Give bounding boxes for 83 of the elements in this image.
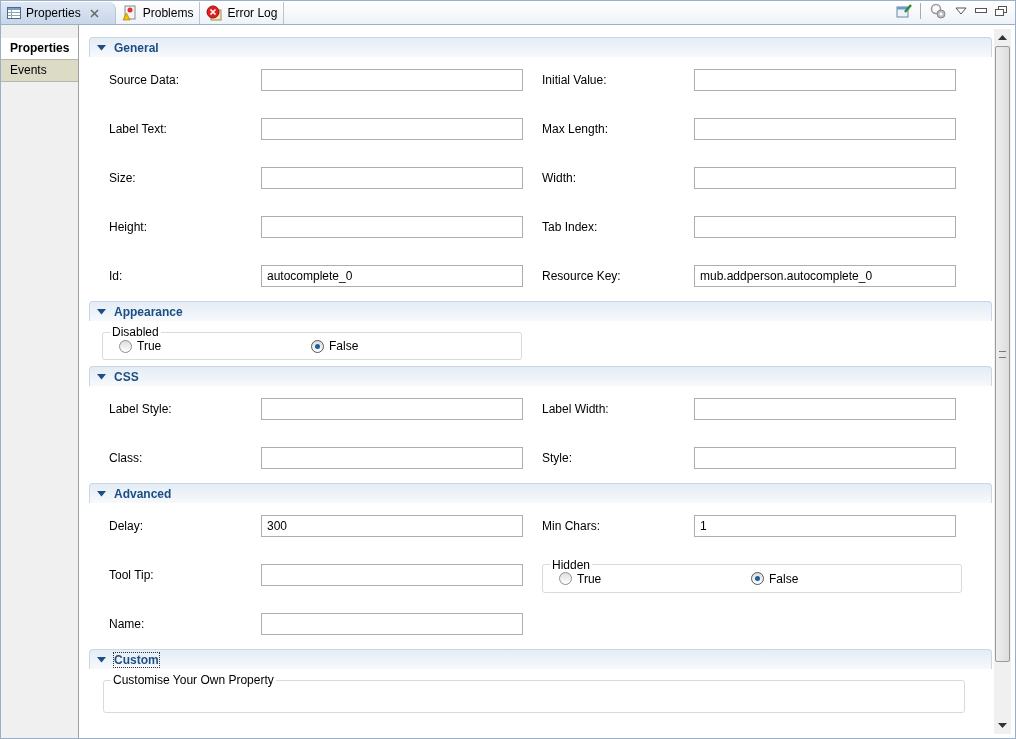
field-label: Class: xyxy=(109,451,144,465)
input-field[interactable] xyxy=(261,564,523,586)
field-label: Name: xyxy=(109,617,146,631)
input-field[interactable]: mub.addperson.autocomplete_0 xyxy=(694,265,956,287)
input-field[interactable]: 1 xyxy=(694,515,956,537)
group-legend: Hidden xyxy=(550,557,593,572)
pin-editor-icon[interactable] xyxy=(896,2,912,19)
input-field[interactable] xyxy=(261,447,523,469)
radio-option[interactable]: True xyxy=(119,339,311,353)
scrollbar[interactable] xyxy=(994,29,1011,734)
field-label: Width: xyxy=(542,171,577,185)
input-field[interactable] xyxy=(694,216,956,238)
group-legend: Disabled xyxy=(110,325,161,339)
view-tab[interactable]: Properties xyxy=(1,2,116,24)
radio-button[interactable] xyxy=(311,339,324,353)
input-field[interactable] xyxy=(261,118,523,140)
scroll-thumb[interactable] xyxy=(995,46,1010,662)
table-icon xyxy=(7,7,21,19)
field-label: Label Style: xyxy=(109,402,173,416)
input-field[interactable] xyxy=(694,167,956,189)
input-field[interactable] xyxy=(261,398,523,420)
triangle-icon[interactable] xyxy=(97,44,106,51)
input-field[interactable] xyxy=(694,447,956,469)
radio-button[interactable] xyxy=(559,572,572,585)
scroll-up-icon[interactable] xyxy=(998,35,1007,40)
sidebar-tab[interactable]: Properties xyxy=(1,38,78,60)
input-field[interactable] xyxy=(261,216,523,238)
section-header[interactable]: Advanced xyxy=(89,483,992,503)
triangle-icon[interactable] xyxy=(97,656,106,663)
maximize-icon[interactable] xyxy=(995,5,1007,16)
input-field[interactable] xyxy=(261,167,523,189)
field-label: Height: xyxy=(109,220,149,234)
input-field[interactable] xyxy=(694,398,956,420)
radio-option[interactable]: True xyxy=(559,571,751,586)
section-title[interactable]: CSS xyxy=(113,368,140,385)
triangle-icon[interactable] xyxy=(97,373,106,380)
field-label: Initial Value: xyxy=(542,73,608,87)
section-header[interactable]: CSS xyxy=(89,366,992,386)
group-legend: Customise Your Own Property xyxy=(111,673,276,687)
field-label: Max Length: xyxy=(542,122,610,136)
view-menu-icon[interactable] xyxy=(955,6,967,15)
section-header[interactable]: Appearance xyxy=(89,301,992,321)
minimize-icon[interactable] xyxy=(975,7,987,14)
field-label: Min Chars: xyxy=(542,519,601,533)
gear-icon[interactable] xyxy=(929,2,947,19)
input-field[interactable] xyxy=(694,118,956,140)
section-header[interactable]: Custom xyxy=(89,649,992,669)
field-label: Tab Index: xyxy=(542,220,599,234)
section-title[interactable]: General xyxy=(113,39,160,56)
radio-option[interactable]: False xyxy=(311,339,503,353)
error-log-icon xyxy=(206,5,223,21)
field-label: Style: xyxy=(542,451,573,465)
field-label: Size: xyxy=(109,171,137,185)
field-label: Tool Tip: xyxy=(109,568,155,582)
warning-sheet-icon xyxy=(121,5,138,21)
section-title[interactable]: Appearance xyxy=(113,303,184,320)
section-title[interactable]: Advanced xyxy=(113,485,173,502)
field-label: Label Text: xyxy=(109,122,168,136)
view-tab[interactable]: Error Log xyxy=(200,2,285,24)
tab-label: Problems xyxy=(142,6,194,20)
field-label: Source Data: xyxy=(109,73,181,87)
input-field[interactable] xyxy=(261,613,523,635)
close-icon[interactable] xyxy=(89,8,99,18)
triangle-icon[interactable] xyxy=(97,308,106,315)
field-label: Label Width: xyxy=(542,402,610,416)
tab-label: Properties xyxy=(26,6,81,20)
input-field[interactable]: autocomplete_0 xyxy=(261,265,523,287)
radio-button[interactable] xyxy=(119,339,132,353)
tab-label: Error Log xyxy=(227,6,278,20)
scroll-down-icon[interactable] xyxy=(998,723,1007,728)
radio-option[interactable]: False xyxy=(751,571,943,586)
field-label: Id: xyxy=(109,269,124,283)
section-title[interactable]: Custom xyxy=(113,651,160,668)
field-label: Resource Key: xyxy=(542,269,622,283)
triangle-icon[interactable] xyxy=(97,490,106,497)
view-tab[interactable]: Problems xyxy=(115,2,201,24)
input-field[interactable] xyxy=(261,69,523,91)
section-header[interactable]: General xyxy=(89,37,992,57)
field-label: Delay: xyxy=(109,519,144,533)
input-field[interactable]: 300 xyxy=(261,515,523,537)
input-field[interactable] xyxy=(694,69,956,91)
sidebar-tab[interactable]: Events xyxy=(1,60,78,82)
radio-button[interactable] xyxy=(751,572,764,585)
